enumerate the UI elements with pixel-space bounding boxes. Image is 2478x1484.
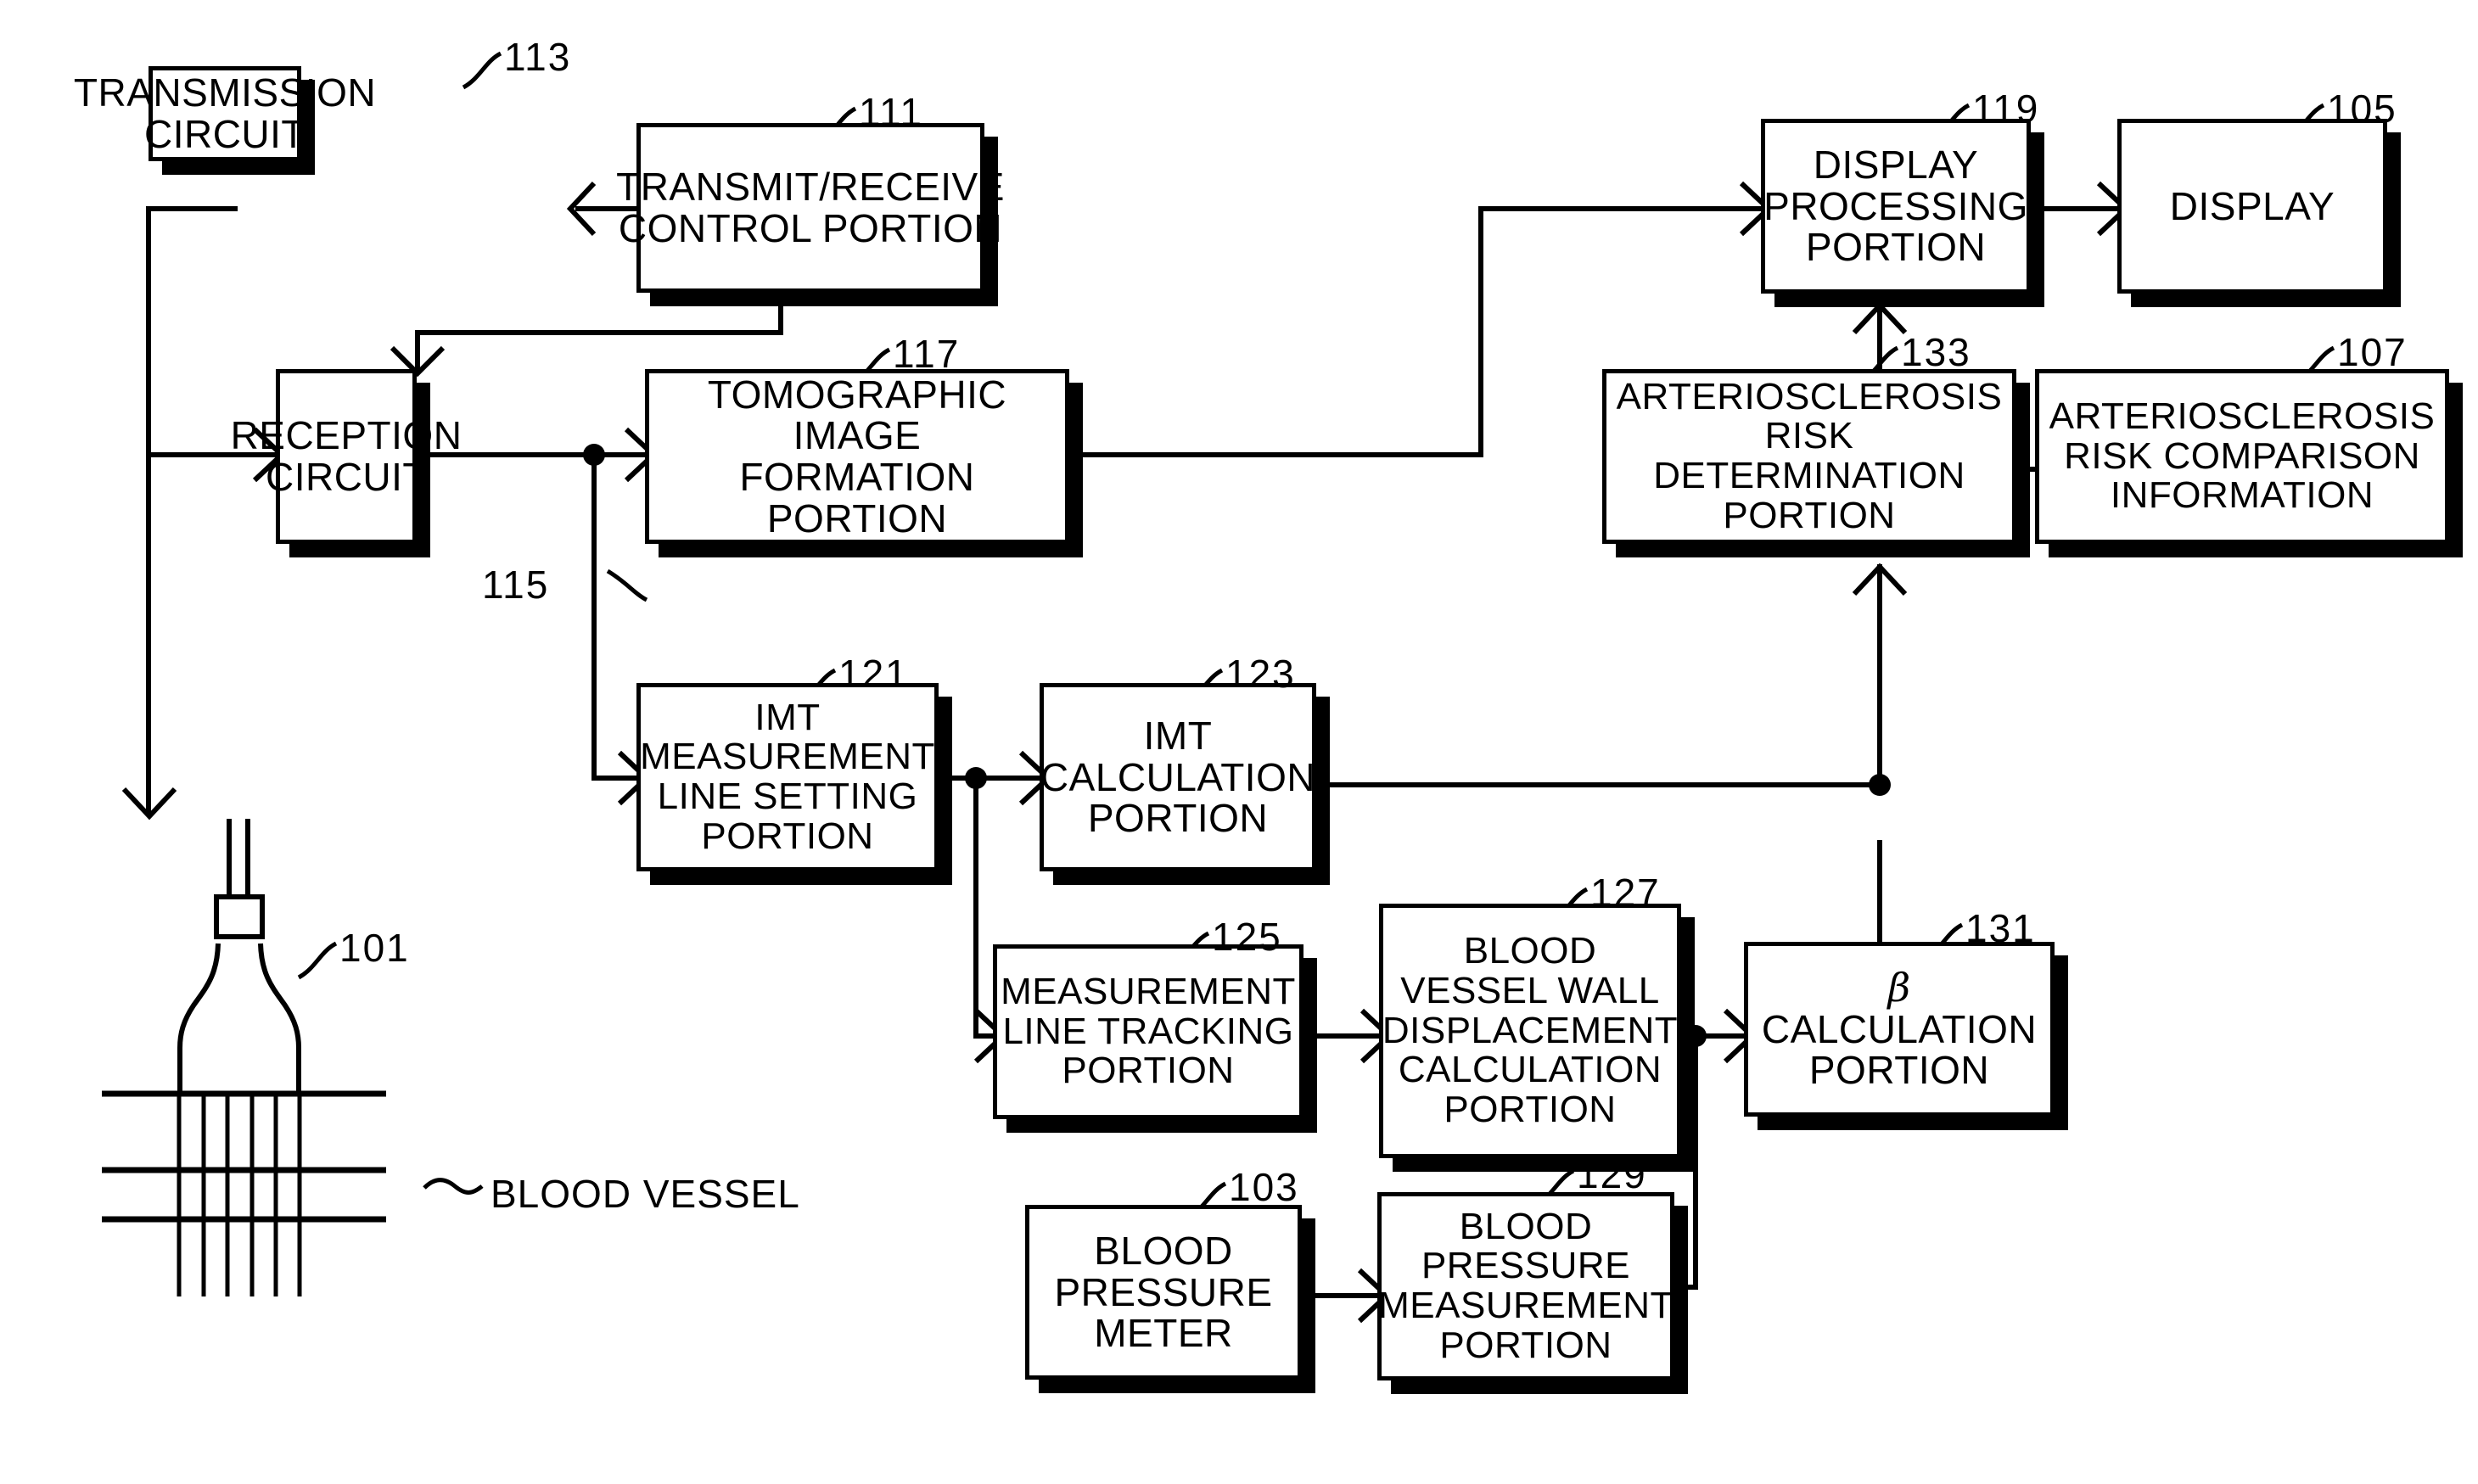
reference-numeral-101: 101 — [339, 926, 410, 970]
reference-numeral-115: 115 — [482, 563, 550, 607]
arrowhead — [1852, 301, 1908, 335]
block-tomographic-image-formation[interactable]: TOMOGRAPHIC IMAGE FORMATION PORTION — [645, 369, 1069, 544]
blood-vessel-label: BLOOD VESSEL — [491, 1172, 800, 1216]
arrowhead — [121, 787, 177, 820]
reference-numeral-113: 113 — [504, 35, 572, 79]
reference-numeral-131: 131 — [1965, 906, 2036, 950]
reference-numeral-103: 103 — [1229, 1165, 1299, 1209]
block-label: DISPLAY PROCESSING PORTION — [1763, 142, 2028, 270]
beta-symbol: β — [1887, 964, 1911, 1011]
arrowhead — [1852, 563, 1908, 596]
block-label: TOMOGRAPHIC IMAGE FORMATION PORTION — [707, 372, 1007, 540]
block-label: BLOOD PRESSURE MEASUREMENT PORTION — [1378, 1205, 1673, 1366]
reference-numeral-129: 129 — [1577, 1152, 1647, 1196]
block-display-processing[interactable]: DISPLAY PROCESSING PORTION — [1761, 119, 2031, 294]
block-arteriosclerosis-risk-comparison-information[interactable]: ARTERIOSCLEROSIS RISK COMPARISON INFORMA… — [2035, 369, 2449, 544]
reference-numeral-125: 125 — [1212, 915, 1282, 959]
block-label: β CALCULATION PORTION — [1748, 964, 2050, 1093]
reference-numeral-121: 121 — [838, 652, 909, 696]
reference-numeral-133: 133 — [1901, 330, 1971, 374]
reference-numeral-119: 119 — [1972, 87, 2040, 131]
block-label: BLOOD VESSEL WALL DISPLACEMENT CALCULATI… — [1382, 930, 1679, 1130]
block-display[interactable]: DISPLAY — [2117, 119, 2387, 294]
block-label: RECEPTION CIRCUIT — [230, 413, 463, 499]
block-blood-pressure-meter[interactable]: BLOOD PRESSURE METER — [1025, 1205, 1302, 1380]
ultrasound-probe — [102, 819, 386, 1296]
block-label: IMT MEASUREMENT LINE SETTING PORTION — [640, 696, 935, 857]
block-label: ARTERIOSCLEROSIS RISK DETERMINATION PORT… — [1616, 375, 2003, 536]
block-label: DISPLAY — [2169, 183, 2335, 228]
block-transmit-receive-control[interactable]: TRANSMIT/RECEIVE CONTROL PORTION — [616, 123, 1004, 293]
reference-numeral-127: 127 — [1590, 871, 1661, 915]
block-reception-circuit[interactable]: RECEPTION CIRCUIT — [231, 369, 462, 544]
reference-numeral-107: 107 — [2337, 330, 2408, 374]
block-label: IMT CALCULATION PORTION — [1040, 713, 1316, 841]
block-label-rest: CALCULATION PORTION — [1761, 1006, 2038, 1093]
block-measurement-line-tracking[interactable]: MEASUREMENT LINE TRACKING PORTION — [993, 944, 1303, 1119]
reference-numeral-105: 105 — [2327, 87, 2397, 131]
block-label: ARTERIOSCLEROSIS RISK COMPARISON INFORMA… — [2049, 395, 2436, 517]
block-label: TRANSMISSION CIRCUIT — [73, 70, 377, 156]
reference-numeral-123: 123 — [1225, 652, 1296, 696]
block-transmission-circuit[interactable]: TRANSMISSION CIRCUIT — [74, 66, 376, 161]
reference-numeral-117: 117 — [893, 332, 961, 376]
block-imt-measurement-line-setting[interactable]: IMT MEASUREMENT LINE SETTING PORTION — [636, 683, 939, 871]
block-label: BLOOD PRESSURE METER — [1054, 1228, 1273, 1356]
block-label: TRANSMIT/RECEIVE CONTROL PORTION — [616, 165, 1005, 250]
block-label: MEASUREMENT LINE TRACKING PORTION — [1001, 971, 1296, 1092]
patent-figure-canvas: TRANSMISSION CIRCUIT TRANSMIT/RECEIVE CO… — [0, 0, 2478, 1484]
block-blood-pressure-measurement[interactable]: BLOOD PRESSURE MEASUREMENT PORTION — [1377, 1192, 1674, 1380]
block-beta-calculation[interactable]: β CALCULATION PORTION — [1744, 942, 2055, 1117]
arrowhead — [566, 181, 597, 237]
block-arteriosclerosis-risk-determination[interactable]: ARTERIOSCLEROSIS RISK DETERMINATION PORT… — [1602, 369, 2016, 544]
block-blood-vessel-wall-displacement[interactable]: BLOOD VESSEL WALL DISPLACEMENT CALCULATI… — [1379, 904, 1681, 1158]
block-imt-calculation[interactable]: IMT CALCULATION PORTION — [1040, 683, 1316, 871]
reference-numeral-111: 111 — [859, 90, 923, 134]
